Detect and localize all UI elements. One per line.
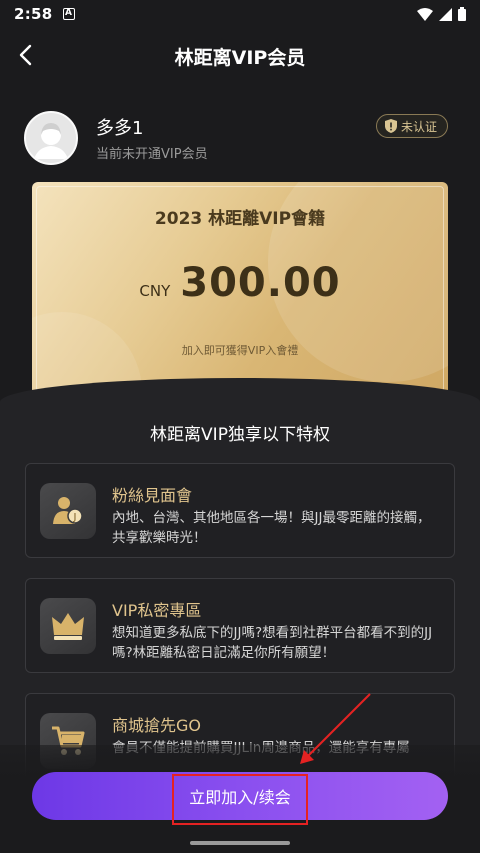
vip-membership-screen: 2:58 A 林距离VIP会员 多多1 当前未开通VIP会员 未认证 2023 … xyxy=(0,0,480,853)
status-icons xyxy=(417,7,466,21)
avatar[interactable] xyxy=(24,111,78,165)
app-notification-icon: A xyxy=(62,8,75,20)
wifi-icon xyxy=(417,7,433,21)
status-time: 2:58 xyxy=(14,5,53,23)
feature-description: 想知道更多私底下的JJ嗎?想看到社群平台都看不到的JJ嗎?林距離私密日記滿足你所… xyxy=(112,625,433,661)
feature-description: 內地、台灣、其他地區各一場！與JJ最零距離的接觸，共享歡樂時光！ xyxy=(112,510,431,546)
feature-title: 粉絲見面會 xyxy=(112,486,193,505)
battery-icon xyxy=(458,7,466,21)
svg-text:J: J xyxy=(73,512,77,523)
default-avatar-icon xyxy=(26,113,76,163)
chevron-left-icon xyxy=(19,44,32,66)
feature-card-fan-meeting[interactable]: J 粉絲見面會 內地、台灣、其他地區各一場！與JJ最零距離的接觸，共享歡樂時光！ xyxy=(25,463,455,558)
fan-meeting-icon: J xyxy=(40,483,96,539)
feature-title: VIP私密專區 xyxy=(112,601,202,620)
username: 多多1 xyxy=(96,118,144,139)
user-profile: 多多1 当前未开通VIP会员 未认证 xyxy=(24,108,456,168)
feature-card-vip-private-zone[interactable]: VIP私密專區 想知道更多私底下的JJ嗎?想看到社群平台都看不到的JJ嗎?林距離… xyxy=(25,578,455,673)
price-value: 300.00 xyxy=(180,260,341,306)
card-title: 2023 林距離VIP會籍 xyxy=(154,209,326,229)
page-title: 林距离VIP会员 xyxy=(174,46,306,69)
app-header: 林距离VIP会员 xyxy=(0,28,480,84)
shield-icon xyxy=(384,119,397,133)
price-row: CNY 300.00 xyxy=(32,260,448,306)
status-bar: 2:58 A xyxy=(0,0,480,28)
crown-icon xyxy=(40,598,96,654)
home-indicator xyxy=(190,841,290,845)
verification-badge-label: 未认证 xyxy=(400,119,437,134)
profile-text: 多多1 当前未开通VIP会员 xyxy=(96,114,208,162)
vip-status-text: 当前未开通VIP会员 xyxy=(96,147,208,162)
card-note: 加入即可獲得VIP入會禮 xyxy=(181,344,299,357)
signal-icon xyxy=(439,7,452,21)
feature-title: 商城搶先GO xyxy=(112,716,201,735)
back-button[interactable] xyxy=(10,40,40,70)
verification-badge[interactable]: 未认证 xyxy=(375,114,448,138)
annotation-highlight-box xyxy=(172,774,308,825)
currency-label: CNY xyxy=(139,282,171,300)
privileges-section-title: 林距离VIP独享以下特权 xyxy=(150,425,330,445)
